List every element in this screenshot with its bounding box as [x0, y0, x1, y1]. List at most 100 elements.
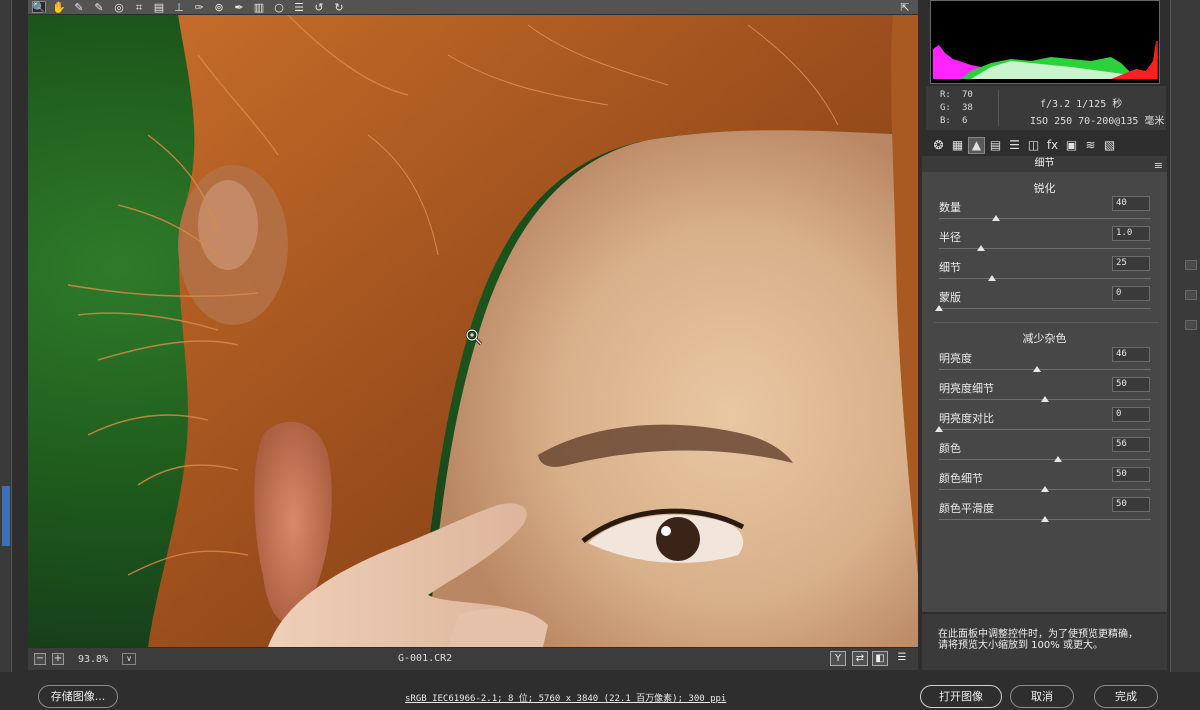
slider-label: 颜色平滑度 — [939, 502, 994, 515]
slider-label: 明亮度细节 — [939, 382, 994, 395]
done-button[interactable]: 完成 — [1094, 685, 1158, 708]
slider-track[interactable] — [939, 248, 1151, 249]
slider-value-input[interactable]: 50 — [1112, 497, 1150, 512]
slider-value-input[interactable]: 40 — [1112, 196, 1150, 211]
save-image-button[interactable]: 存储图像... — [38, 685, 118, 708]
zoom-dropdown[interactable]: ∨ — [122, 653, 137, 665]
adjust-brush-icon[interactable]: ✒ — [232, 1, 246, 13]
white-balance-icon[interactable]: ✎ — [72, 1, 86, 13]
target-adjust-icon[interactable]: ◎ — [112, 1, 126, 13]
red-eye-icon[interactable]: ⊚ — [212, 1, 226, 13]
slider-thumb[interactable] — [988, 275, 996, 281]
graduated-filter-icon[interactable]: ▥ — [252, 1, 266, 13]
slider-label: 明亮度 — [939, 352, 972, 365]
image-preview[interactable] — [28, 15, 918, 647]
window-right-edge — [1170, 0, 1200, 680]
section-divider — [934, 322, 1159, 323]
slider-thumb[interactable] — [1041, 486, 1049, 492]
straighten-icon[interactable]: ▤ — [152, 1, 166, 13]
histogram — [930, 0, 1160, 84]
slider-thumb[interactable] — [1053, 456, 1062, 462]
camera-calibration-tab-icon[interactable]: ▣ — [1063, 137, 1080, 154]
crop-tool-icon[interactable]: ⌗ — [132, 1, 146, 13]
slider-row: 颜色 56 — [922, 437, 1167, 467]
right-edge-button[interactable] — [1185, 320, 1197, 330]
basic-tab-icon[interactable]: ❂ — [930, 137, 947, 154]
slider-thumb[interactable] — [992, 215, 1001, 221]
workflow-options-link[interactable]: sRGB IEC61966-2.1; 8 位; 5760 x 3840 (22.… — [405, 691, 726, 704]
slider-row: 半径 1.0 — [922, 226, 1167, 256]
view-settings-icon[interactable]: ☰ — [894, 651, 910, 666]
panel-tabs: ❂ ▦ ▲ ▤ ☰ ◫ fx ▣ ≋ ▧ — [926, 134, 1166, 156]
open-image-button[interactable]: 打开图像 — [920, 685, 1002, 708]
slider-thumb[interactable] — [935, 305, 943, 311]
effects-tab-icon[interactable]: fx — [1044, 137, 1061, 154]
slider-track[interactable] — [939, 459, 1151, 460]
slider-thumb[interactable] — [1032, 366, 1041, 372]
color-sampler-icon[interactable]: ✎ — [92, 1, 106, 13]
zoom-cursor-icon — [465, 328, 483, 346]
panel-menu-icon[interactable]: ≡ — [1154, 158, 1163, 174]
aperture-shutter: f/3.2 1/125 秒 — [1040, 99, 1123, 110]
right-edge-button[interactable] — [1185, 290, 1197, 300]
panel-header: 细节 ≡ — [922, 156, 1167, 172]
rotate-right-icon[interactable]: ↻ — [332, 1, 346, 13]
spot-removal-icon[interactable]: ✑ — [192, 1, 206, 13]
slider-label: 蒙版 — [939, 291, 961, 304]
detail-tab-icon[interactable]: ▲ — [968, 136, 985, 154]
slider-row: 明亮度对比 0 — [922, 407, 1167, 437]
slider-track[interactable] — [939, 278, 1151, 279]
preferences-icon[interactable]: ☰ — [292, 1, 306, 13]
fullscreen-icon[interactable]: ⇱ — [898, 1, 912, 13]
rotate-left-icon[interactable]: ↺ — [312, 1, 326, 13]
slider-label: 明亮度对比 — [939, 412, 994, 425]
slider-track[interactable] — [939, 308, 1151, 309]
hsl-tab-icon[interactable]: ▤ — [987, 137, 1004, 154]
slider-value-input[interactable]: 56 — [1112, 437, 1150, 452]
before-after-icon[interactable]: ⇄ — [852, 651, 868, 666]
snapshots-tab-icon[interactable]: ▧ — [1101, 137, 1118, 154]
preview-hint: 在此面板中调整控件时，为了使预览更精确， 请将预览大小缩放到 100% 或更大。 — [922, 614, 1167, 670]
slider-value-input[interactable]: 0 — [1112, 286, 1150, 301]
slider-thumb[interactable] — [977, 245, 986, 251]
toggle-view-icon[interactable]: ◧ — [872, 651, 888, 666]
slider-value-input[interactable]: 0 — [1112, 407, 1150, 422]
zoom-in-button[interactable]: + — [52, 653, 64, 665]
slider-row: 蒙版 0 — [922, 286, 1167, 316]
slider-row: 明亮度细节 50 — [922, 377, 1167, 407]
histogram-graph — [933, 41, 1158, 79]
zoom-tool-icon[interactable]: 🔍 — [32, 1, 46, 13]
slider-value-input[interactable]: 50 — [1112, 377, 1150, 392]
slider-value-input[interactable]: 25 — [1112, 256, 1150, 271]
tone-curve-tab-icon[interactable]: ▦ — [949, 137, 966, 154]
panel-title: 细节 — [1034, 158, 1055, 169]
slider-thumb[interactable] — [1041, 396, 1049, 402]
slider-value-input[interactable]: 1.0 — [1112, 226, 1150, 241]
slider-row: 颜色平滑度 50 — [922, 497, 1167, 527]
zoom-out-button[interactable]: − — [34, 653, 46, 665]
image-info: R: 70 G: 38 B: 6 f/3.2 1/125 秒 ISO 250 70-2… — [926, 86, 1166, 130]
tool-bar: 🔍 ✋ ✎ ✎ ◎ ⌗ ▤ ⊥ ✑ ⊚ ✒ ▥ ○ ☰ ↺ ↻ ⇱ — [28, 0, 918, 14]
split-toning-tab-icon[interactable]: ☰ — [1006, 137, 1023, 154]
cancel-button[interactable]: 取消 — [1010, 685, 1074, 708]
right-edge-button[interactable] — [1185, 260, 1197, 270]
view-y-button[interactable]: Y — [830, 651, 846, 666]
slider-thumb[interactable] — [1041, 516, 1049, 522]
slider-track[interactable] — [939, 429, 1151, 430]
slider-row: 数量 40 — [922, 196, 1167, 226]
slider-track[interactable] — [939, 218, 1151, 219]
blue-readout: B: 6 — [940, 116, 968, 126]
window-left-accent — [2, 486, 10, 546]
slider-label: 颜色 — [939, 442, 961, 455]
slider-value-input[interactable]: 50 — [1112, 467, 1150, 482]
slider-thumb[interactable] — [935, 426, 943, 432]
slider-value-input[interactable]: 46 — [1112, 347, 1150, 362]
slider-row: 细节 25 — [922, 256, 1167, 286]
transform-icon[interactable]: ⊥ — [172, 1, 186, 13]
lens-tab-icon[interactable]: ◫ — [1025, 137, 1042, 154]
slider-row: 颜色细节 50 — [922, 467, 1167, 497]
presets-tab-icon[interactable]: ≋ — [1082, 137, 1099, 154]
slider-track[interactable] — [939, 369, 1151, 370]
hand-tool-icon[interactable]: ✋ — [52, 1, 66, 13]
radial-filter-icon[interactable]: ○ — [272, 1, 286, 13]
